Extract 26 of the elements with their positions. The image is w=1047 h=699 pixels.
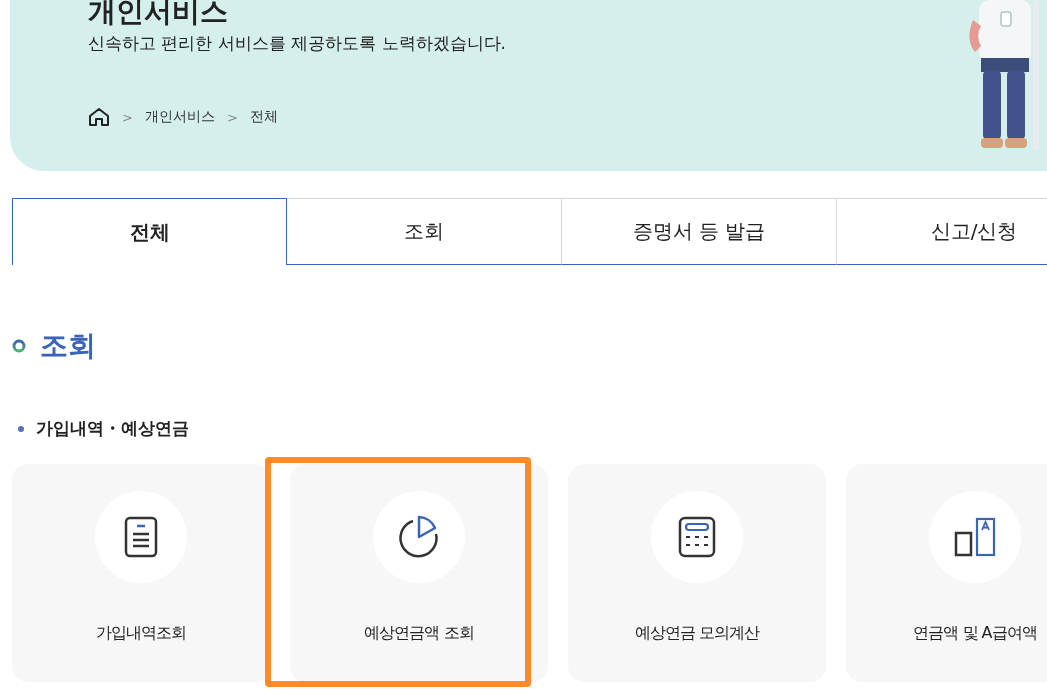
breadcrumb-separator: >	[226, 109, 238, 125]
breadcrumb-link[interactable]: 개인서비스	[144, 108, 215, 126]
card-label: 가입내역조회	[96, 623, 186, 644]
group-title: 가입내역・예상연금	[36, 417, 189, 440]
pie-chart-icon	[397, 515, 441, 559]
service-card[interactable]: 연금액 및 A급여액	[846, 464, 1047, 682]
bullet-icon	[18, 425, 24, 432]
home-icon[interactable]	[88, 107, 110, 127]
section-title: 조회	[40, 328, 96, 364]
calculator-icon	[678, 516, 716, 558]
tab[interactable]: 신고/신청	[837, 198, 1047, 265]
breadcrumb-link[interactable]: 전체	[249, 108, 278, 126]
page-title: 개인서비스	[88, 0, 229, 30]
tab[interactable]: 전체	[12, 198, 287, 265]
page-subtitle: 신속하고 편리한 서비스를 제공하도록 노력하겠습니다.	[88, 32, 508, 55]
tab[interactable]: 조회	[287, 198, 562, 265]
document-icon	[124, 516, 158, 558]
service-card[interactable]: 예상연금 모의계산	[568, 464, 826, 682]
card-label: 예상연금 모의계산	[634, 623, 760, 644]
tab[interactable]: 증명서 등 발급	[562, 198, 837, 265]
ring-icon	[12, 339, 26, 353]
card-label: 예상연금액 조회	[364, 623, 474, 644]
card-label: 연금액 및 A급여액	[913, 623, 1037, 644]
compare-icon	[954, 517, 996, 557]
breadcrumb-separator: >	[122, 109, 133, 125]
service-card[interactable]: 예상연금액 조회	[290, 464, 548, 682]
